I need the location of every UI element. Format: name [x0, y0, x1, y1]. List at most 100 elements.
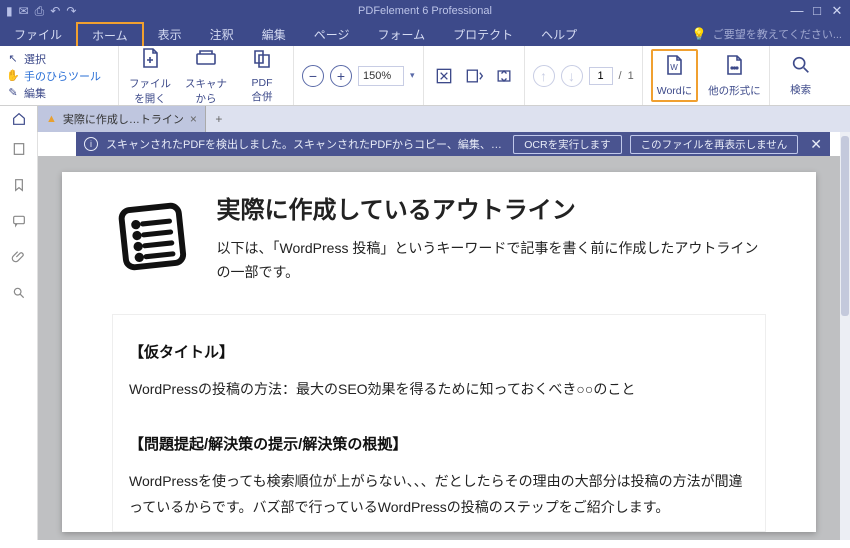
svg-text:W: W — [671, 63, 679, 72]
run-ocr-button[interactable]: OCRを実行します — [513, 135, 621, 154]
window-controls: — □ ✕ — [788, 3, 850, 19]
search-button[interactable]: 検索 — [778, 54, 824, 97]
other-file-icon — [722, 53, 746, 81]
open-file-button[interactable]: ファイル を開く — [127, 46, 173, 106]
zoom-dropdown-icon[interactable]: ▾ — [410, 70, 415, 81]
select-tool-label: 選択 — [24, 51, 46, 67]
print-icon[interactable]: ⎙ — [35, 4, 45, 19]
side-panel-rail — [0, 132, 38, 540]
ocr-banner: i スキャンされたPDFを検出しました。スキャンされたPDFからコピー、編集、テ… — [76, 132, 830, 156]
menu-view[interactable]: 表示 — [144, 22, 196, 46]
to-other-button[interactable]: 他の形式に — [708, 53, 761, 98]
hand-tool[interactable]: ✋手のひらツール — [6, 68, 112, 84]
vertical-scrollbar[interactable] — [840, 132, 850, 540]
page-total: 1 — [628, 70, 634, 82]
menu-comment[interactable]: 注釈 — [196, 22, 248, 46]
page-sep: / — [619, 70, 622, 82]
document-tab-title: 実際に作成し…トライン — [63, 111, 184, 127]
edit-tool[interactable]: ✎ 編集 — [6, 85, 112, 101]
comments-icon[interactable] — [10, 212, 28, 230]
scanner-icon — [194, 46, 218, 74]
ribbon-fit-group — [423, 46, 524, 105]
app-icon: ▮ — [6, 4, 13, 19]
mail-icon[interactable]: ✉ — [19, 4, 29, 19]
fit-width-button[interactable] — [462, 64, 486, 88]
search-label: 検索 — [790, 82, 811, 97]
pdf-merge-label: PDF 合併 — [252, 77, 273, 104]
word-file-icon: W — [662, 53, 686, 81]
menu-page[interactable]: ページ — [300, 22, 364, 46]
zoom-out-button[interactable]: − — [302, 65, 324, 87]
attachments-icon[interactable] — [10, 248, 28, 266]
find-icon[interactable] — [10, 284, 28, 302]
document-tab-strip: ▲ 実際に作成し…トライン × + — [0, 106, 850, 132]
outline-list-icon — [112, 190, 196, 286]
menu-file[interactable]: ファイル — [0, 22, 76, 46]
pencil-icon: ✎ — [6, 86, 20, 99]
workspace: i スキャンされたPDFを検出しました。スキャンされたPDFからコピー、編集、テ… — [0, 132, 840, 540]
close-button[interactable]: ✕ — [828, 3, 846, 19]
next-page-button[interactable]: ↓ — [561, 65, 583, 87]
tab-close-button[interactable]: × — [190, 112, 197, 126]
prev-page-button[interactable]: ↑ — [533, 65, 555, 87]
ribbon-tool-mode: ↖ 選択 ✋手のひらツール ✎ 編集 — [0, 46, 118, 105]
doc-intro: 以下は、「WordPress 投稿」というキーワードで記事を書く前に作成したアウ… — [216, 237, 766, 285]
cursor-icon: ↖ — [6, 52, 20, 65]
tell-me-hint[interactable]: ご要望を教えてください... — [713, 26, 842, 42]
pdf-merge-button[interactable]: PDF 合併 — [239, 47, 285, 104]
document-tab[interactable]: ▲ 実際に作成し…トライン × — [38, 106, 206, 132]
edit-tool-label: 編集 — [24, 85, 46, 101]
info-icon: i — [84, 137, 98, 151]
section2-body: WordPressを使っても検索順位が上がらない、、、だとしたらその理由の大部分… — [129, 468, 749, 521]
menu-form[interactable]: フォーム — [363, 22, 439, 46]
ribbon-convert-group: W Wordに 他の形式に — [642, 46, 769, 105]
from-scanner-button[interactable]: スキャナ から — [183, 46, 229, 106]
warning-icon: ▲ — [46, 113, 57, 125]
to-other-label: 他の形式に — [708, 83, 761, 98]
ribbon: ↖ 選択 ✋手のひらツール ✎ 編集 ファイル を開く スキャナ から PDF 合併… — [0, 46, 850, 106]
undo-icon[interactable]: ↶ — [50, 4, 60, 19]
fit-page-button[interactable] — [432, 64, 456, 88]
start-tab[interactable] — [0, 106, 38, 132]
menu-home[interactable]: ホーム — [76, 22, 144, 46]
to-word-button[interactable]: W Wordに — [651, 49, 698, 102]
redo-icon[interactable]: ↷ — [66, 4, 76, 19]
search-icon — [790, 54, 812, 80]
banner-message: スキャンされたPDFを検出しました。スキャンされたPDFからコピー、編集、テキス… — [106, 136, 505, 152]
app-title: PDFelement 6 Professional — [358, 5, 492, 17]
doc-heading: 実際に作成しているアウトライン — [216, 190, 766, 225]
new-tab-button[interactable]: + — [206, 106, 232, 132]
doc-section-box: 【仮タイトル】 WordPressの投稿の方法：最大のSEO効果を得るために知っ… — [112, 314, 766, 532]
page-canvas[interactable]: 実際に作成しているアウトライン 以下は、「WordPress 投稿」というキーワ… — [38, 156, 840, 540]
section2-heading: 【問題提起/解決策の提示/解決策の根拠】 — [129, 433, 749, 454]
menu-edit[interactable]: 編集 — [248, 22, 300, 46]
pdf-page: 実際に作成しているアウトライン 以下は、「WordPress 投稿」というキーワ… — [62, 172, 816, 532]
zoom-input[interactable] — [358, 66, 404, 86]
dismiss-banner-button[interactable]: このファイルを再表示しません — [630, 135, 799, 154]
quick-access-toolbar: ▮ ✉ ⎙ ↶ ↷ — [0, 4, 76, 19]
maximize-button[interactable]: □ — [808, 3, 826, 19]
ribbon-file-group: ファイル を開く スキャナ から PDF 合併 — [118, 46, 293, 105]
bookmarks-icon[interactable] — [10, 176, 28, 194]
merge-icon — [250, 47, 274, 75]
select-tool[interactable]: ↖ 選択 — [6, 51, 112, 67]
zoom-in-button[interactable]: + — [330, 65, 352, 87]
section1-body: WordPressの投稿の方法：最大のSEO効果を得るために知っておくべき○○の… — [129, 376, 749, 403]
scroll-thumb[interactable] — [841, 136, 849, 316]
page-number-input[interactable] — [589, 67, 613, 85]
to-word-label: Wordに — [657, 83, 692, 98]
ribbon-search-group: 検索 — [769, 46, 832, 105]
minimize-button[interactable]: — — [788, 3, 806, 19]
menu-protect[interactable]: プロテクト — [439, 22, 527, 46]
file-plus-icon — [138, 46, 162, 74]
banner-close-button[interactable]: ✕ — [806, 136, 822, 153]
lightbulb-icon: 💡 — [692, 27, 707, 41]
ribbon-zoom-group: − + ▾ — [293, 46, 423, 105]
thumbnails-icon[interactable] — [10, 140, 28, 158]
fit-height-button[interactable] — [492, 64, 516, 88]
menu-help[interactable]: ヘルプ — [527, 22, 591, 46]
ribbon-page-nav-group: ↑ ↓ / 1 — [524, 46, 642, 105]
open-file-label: ファイル を開く — [129, 76, 171, 106]
menu-bar: ファイル ホーム 表示 注釈 編集 ページ フォーム プロテクト ヘルプ 💡 ご… — [0, 22, 850, 46]
home-icon — [11, 111, 27, 127]
